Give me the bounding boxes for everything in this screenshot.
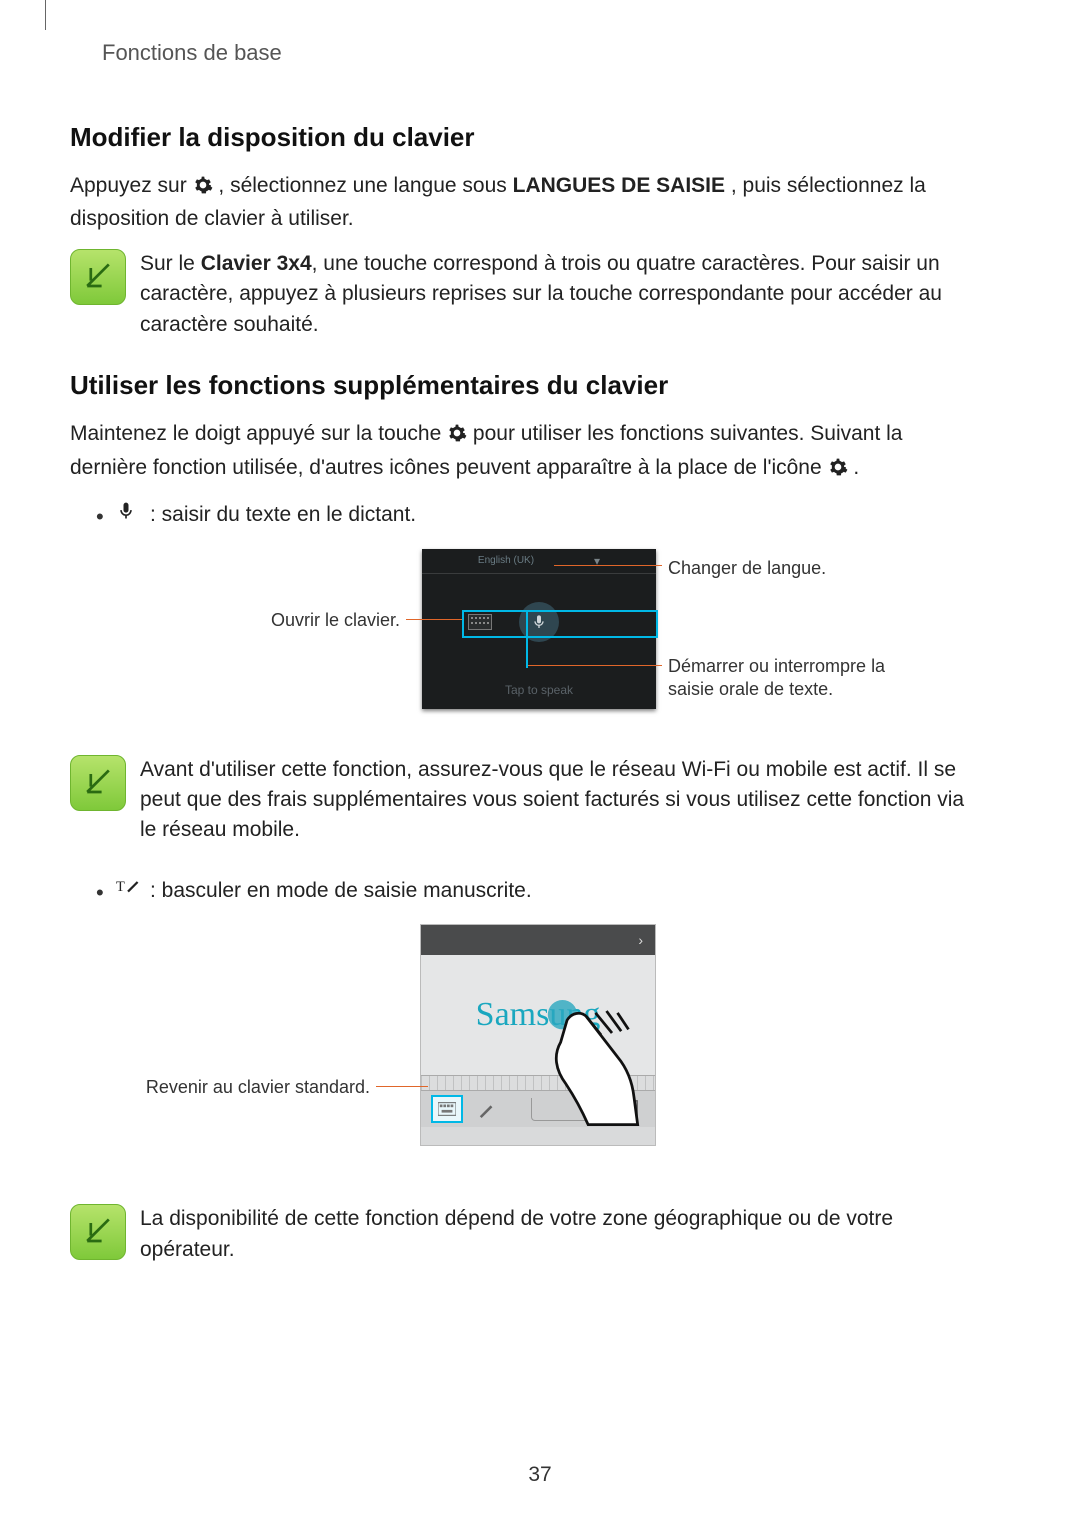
- callout-line: [554, 565, 662, 566]
- bullet-handwriting: • T : basculer en mode de saisie manuscr…: [96, 876, 980, 906]
- text: .: [853, 456, 859, 479]
- bold-text: Clavier 3x4: [201, 252, 312, 275]
- voice-bottom-text: Tap to speak: [422, 670, 656, 710]
- handwriting-icon: T: [116, 876, 144, 902]
- chevron-right-icon: ›: [638, 932, 643, 948]
- voice-figure: English (UK) ▾ Tap to speak Ouvrir le cl…: [70, 549, 980, 729]
- bullet-dot-icon: •: [96, 882, 110, 904]
- keyboard-button: [431, 1095, 463, 1123]
- gear-icon: [193, 174, 213, 204]
- stylus-button: [473, 1097, 501, 1121]
- callout-line: [376, 1086, 428, 1087]
- gear-icon: [828, 456, 848, 486]
- page-number: 37: [0, 1463, 1080, 1487]
- note-icon: [70, 1204, 126, 1260]
- section2-note-availability: La disponibilité de cette fonction dépen…: [140, 1204, 980, 1265]
- section2-title: Utiliser les fonctions supplémentaires d…: [70, 370, 980, 401]
- text: Maintenez le doigt appuyé sur la touche: [70, 422, 447, 445]
- focus-ring: [462, 610, 658, 638]
- gear-icon: [447, 422, 467, 452]
- focus-ring: [526, 610, 529, 668]
- voice-topbar: English (UK) ▾: [422, 549, 656, 574]
- section2-paragraph: Maintenez le doigt appuyé sur la touche …: [70, 419, 980, 486]
- top-rule: [45, 0, 46, 30]
- bullet-dot-icon: •: [96, 506, 110, 528]
- section1-note: Sur le Clavier 3x4, une touche correspon…: [140, 249, 980, 340]
- voice-language-label: English (UK): [478, 555, 534, 566]
- callout-change-language: Changer de langue.: [668, 557, 826, 580]
- bullet-text: : basculer en mode de saisie manuscrite.: [150, 876, 980, 906]
- svg-text:T: T: [116, 879, 125, 895]
- text: Appuyez sur: [70, 174, 193, 197]
- section1-title: Modifier la disposition du clavier: [70, 122, 980, 153]
- callout-return-keyboard: Revenir au clavier standard.: [140, 1076, 370, 1099]
- callout-line: [528, 665, 662, 666]
- voice-panel: English (UK) ▾ Tap to speak: [422, 549, 656, 709]
- bold-text: LANGUES DE SAISIE: [513, 174, 725, 197]
- handwriting-figure: › Samsung: [70, 924, 980, 1164]
- mic-icon: [116, 500, 144, 528]
- hand-icon: [535, 989, 645, 1129]
- hw-write-area: Samsung: [421, 955, 655, 1075]
- breadcrumb: Fonctions de base: [102, 40, 980, 66]
- callout-open-keyboard: Ouvrir le clavier.: [210, 609, 400, 632]
- bullet-text: : saisir du texte en le dictant.: [150, 500, 980, 530]
- note-icon: [70, 249, 126, 305]
- text: , sélectionnez une langue sous: [218, 174, 512, 197]
- bullet-mic: • : saisir du texte en le dictant.: [96, 500, 980, 530]
- section2-note-wifi: Avant d'utiliser cette fonction, assurez…: [140, 755, 980, 846]
- voice-mid: [422, 574, 656, 670]
- callout-start-stop-voice: Démarrer ou interrompre la saisie orale …: [668, 655, 928, 702]
- text: Sur le: [140, 252, 201, 275]
- section1-paragraph: Appuyez sur , sélectionnez une langue so…: [70, 171, 980, 235]
- hw-topbar: ›: [421, 925, 655, 955]
- note-icon: [70, 755, 126, 811]
- callout-line: [406, 619, 462, 620]
- handwriting-panel: › Samsung: [420, 924, 656, 1146]
